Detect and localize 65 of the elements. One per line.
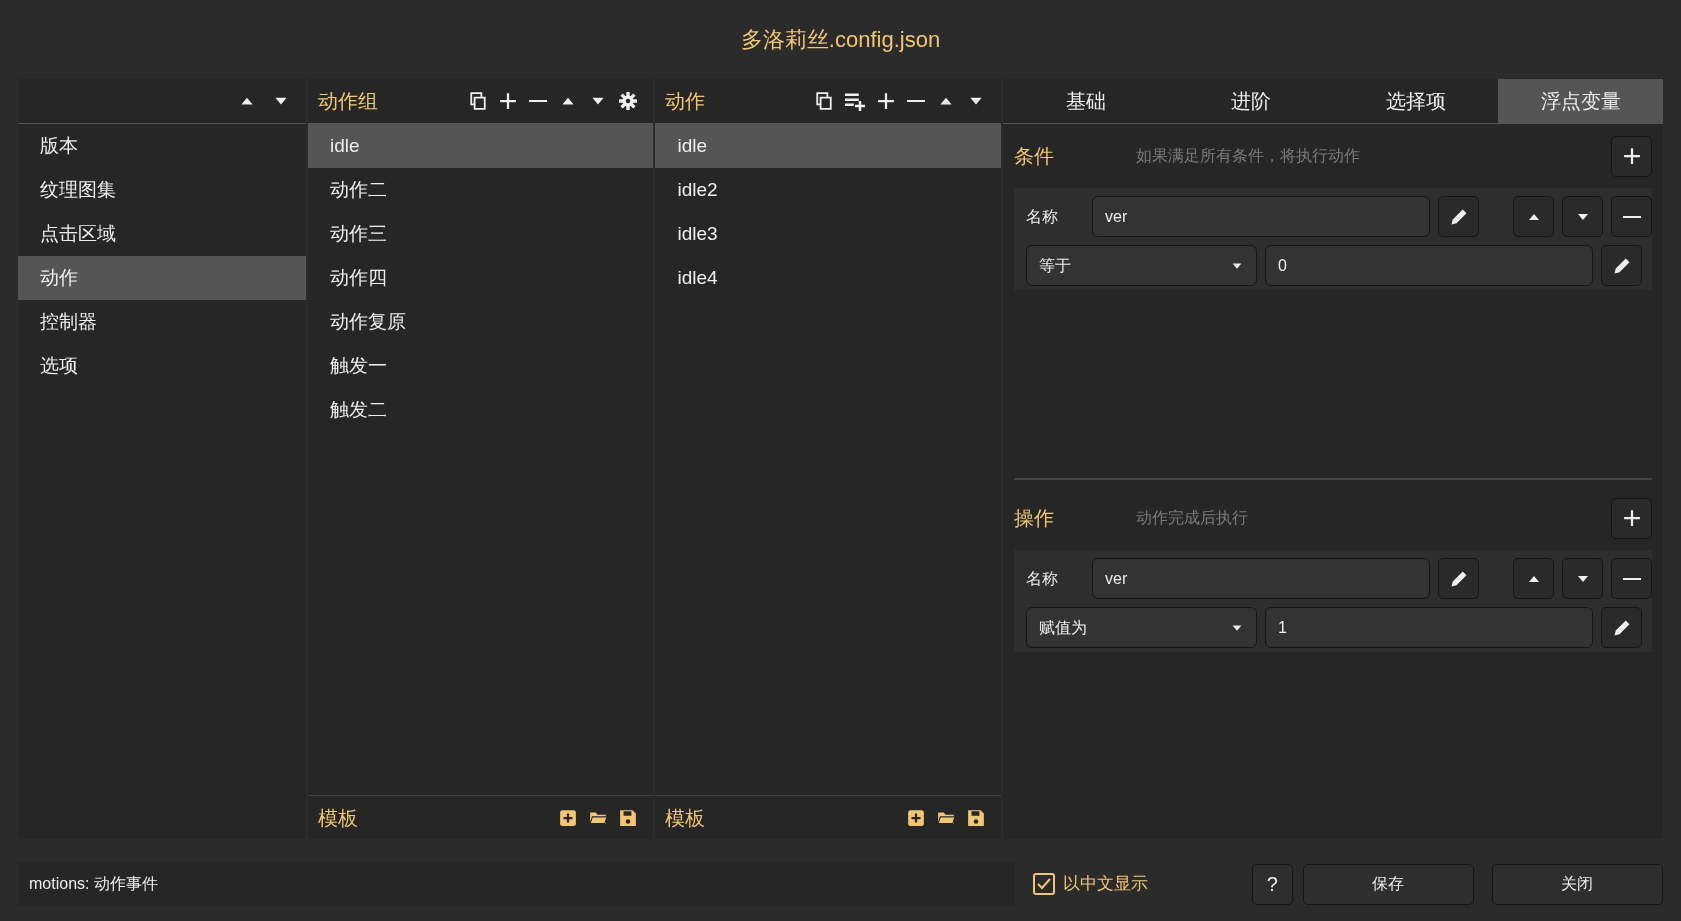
list-item[interactable]: 点击区域: [18, 212, 306, 256]
save-template-icon: [967, 808, 985, 827]
list-add-icon: [845, 91, 865, 111]
add-icon: [499, 92, 518, 110]
list-item[interactable]: 触发二: [307, 388, 654, 432]
add-template-icon: [907, 808, 925, 827]
list-item[interactable]: 选项: [18, 344, 306, 388]
tab[interactable]: 进阶: [1168, 79, 1333, 124]
save-template-icon: [619, 808, 638, 827]
save-button[interactable]: 保存: [1302, 863, 1474, 905]
add-icon: [877, 92, 895, 110]
edit-button[interactable]: [1438, 196, 1479, 237]
add-icon: [1622, 509, 1641, 527]
list-item[interactable]: idle2: [655, 168, 1001, 212]
add-template-icon: [559, 808, 578, 827]
list-item[interactable]: idle: [307, 124, 654, 168]
add-button[interactable]: [1611, 497, 1652, 539]
list-item[interactable]: 触发一: [307, 344, 654, 388]
list-item[interactable]: 版本: [18, 124, 306, 168]
template-label: 模板: [317, 805, 358, 831]
field-label: 名称: [1025, 568, 1059, 589]
operator-dropdown[interactable]: 赋值为: [1026, 607, 1257, 648]
status-text: motions: 动作事件: [18, 862, 1015, 906]
value-input[interactable]: 0: [1265, 245, 1593, 286]
tab[interactable]: 基础: [1003, 79, 1168, 124]
list-item[interactable]: idle: [655, 124, 1001, 168]
copy-icon: [815, 92, 833, 110]
list-item[interactable]: 动作三: [307, 212, 654, 256]
template-label: 模板: [665, 805, 706, 831]
add-icon: [1622, 147, 1641, 165]
section-title: 操作: [1014, 506, 1055, 531]
list-item[interactable]: idle4: [655, 256, 1001, 300]
edit-button[interactable]: [1438, 558, 1479, 599]
show-chinese-checkbox[interactable]: 以中文显示: [1032, 871, 1242, 897]
window-title: 多洛莉丝.config.json: [740, 26, 941, 54]
value-input[interactable]: 1: [1265, 607, 1593, 648]
help-button[interactable]: ?: [1251, 863, 1293, 905]
list-item[interactable]: 控制器: [18, 300, 306, 344]
list-item[interactable]: idle3: [655, 212, 1001, 256]
list-item[interactable]: 动作四: [307, 256, 654, 300]
add-button[interactable]: [1611, 135, 1652, 177]
copy-icon: [469, 92, 488, 110]
section-hint: 如果满足所有条件，将执行动作: [1136, 146, 1360, 166]
edit-button[interactable]: [1601, 245, 1642, 286]
tab[interactable]: 浮点变量: [1498, 79, 1663, 124]
list-item[interactable]: 纹理图集: [18, 168, 306, 212]
checkbox-icon: [1032, 873, 1055, 895]
section-title: 条件: [1014, 144, 1055, 169]
list-item[interactable]: 动作复原: [307, 300, 654, 344]
name-input[interactable]: ver: [1092, 558, 1430, 599]
close-button[interactable]: 关闭: [1491, 863, 1663, 905]
edit-button[interactable]: [1601, 607, 1642, 648]
remove-icon: [1622, 577, 1641, 580]
panel-title: 动作: [665, 89, 706, 114]
settings-icon: [619, 92, 638, 110]
name-input[interactable]: ver: [1092, 196, 1430, 237]
remove-icon: [1622, 215, 1641, 218]
list-item[interactable]: 动作: [18, 256, 306, 300]
field-label: 名称: [1025, 206, 1059, 227]
section-hint: 动作完成后执行: [1136, 508, 1248, 528]
operator-dropdown[interactable]: 等于: [1026, 245, 1257, 286]
panel-title: 动作组: [317, 89, 378, 114]
remove-button[interactable]: [1611, 558, 1652, 599]
remove-button[interactable]: [1611, 196, 1652, 237]
list-item[interactable]: 动作二: [307, 168, 654, 212]
